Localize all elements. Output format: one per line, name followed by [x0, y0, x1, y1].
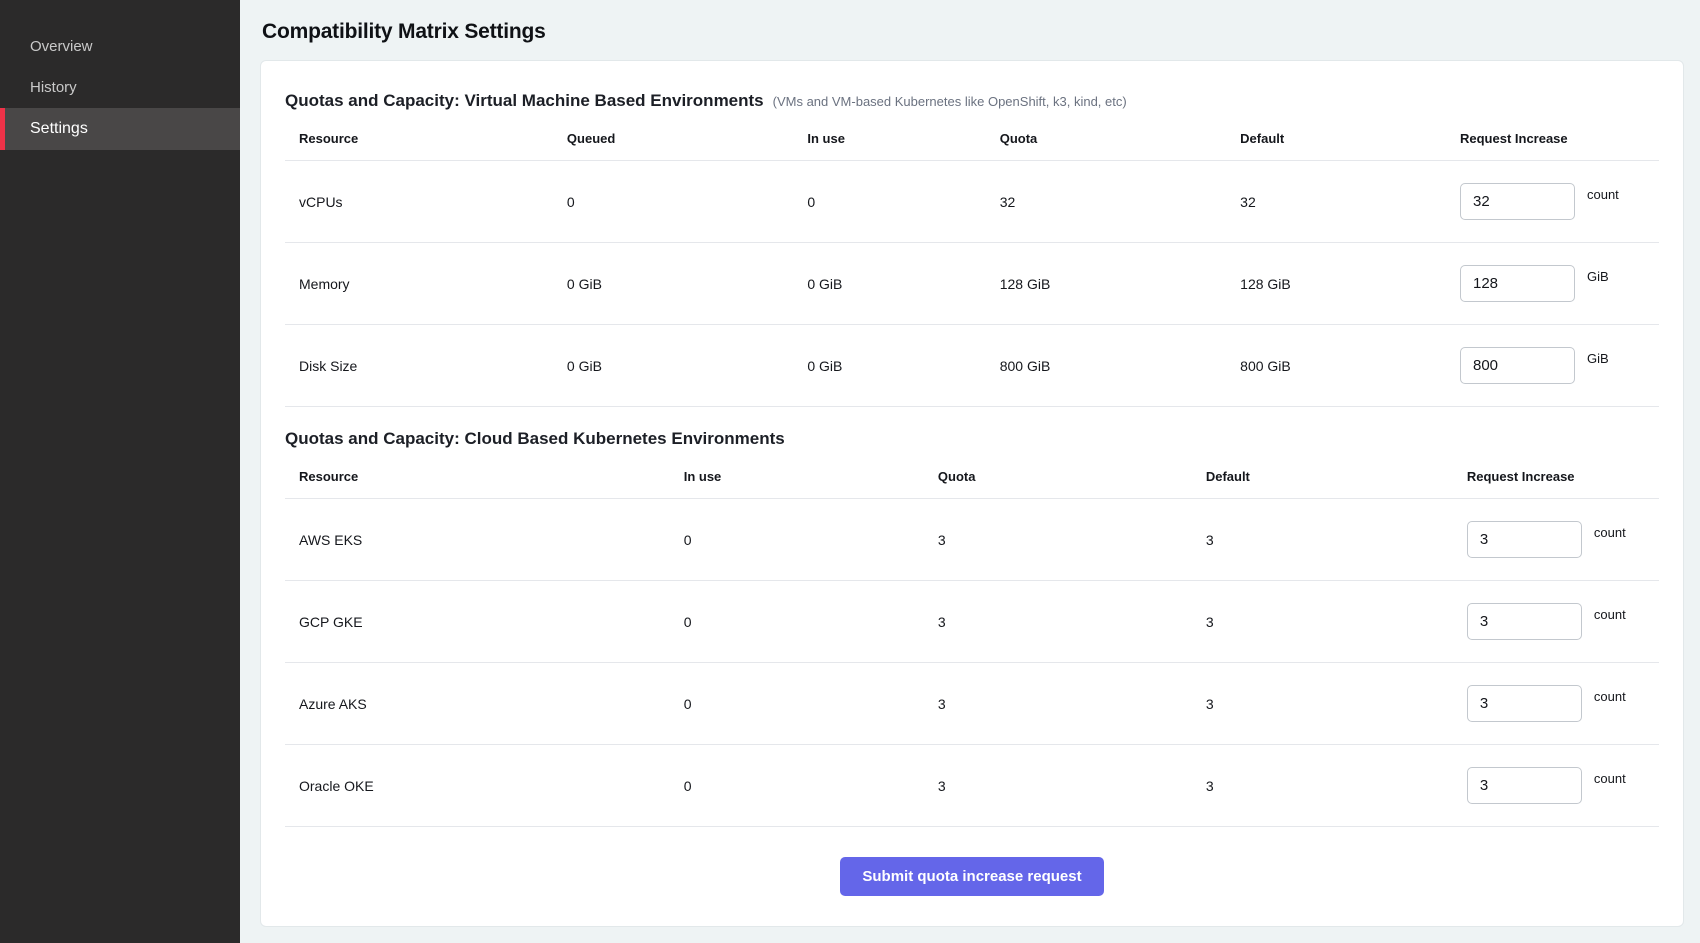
cell-quota: 32	[986, 161, 1226, 243]
cell-queued: 0 GiB	[553, 243, 793, 325]
request-increase-input[interactable]	[1467, 521, 1582, 558]
sidebar-item-settings[interactable]: Settings	[0, 108, 240, 150]
cell-resource: AWS EKS	[285, 499, 670, 581]
unit-label: GiB	[1587, 351, 1609, 366]
cell-default: 800 GiB	[1226, 325, 1446, 407]
sidebar: Overview History Settings	[0, 0, 240, 943]
col-header-resource: Resource	[285, 453, 670, 499]
quota-settings-card: Quotas and Capacity: Virtual Machine Bas…	[260, 60, 1684, 927]
cell-quota: 800 GiB	[986, 325, 1226, 407]
cloud-table-header-row: Resource In use Quota Default Request In…	[285, 453, 1659, 499]
unit-label: count	[1594, 689, 1626, 704]
request-increase-input[interactable]	[1460, 183, 1575, 220]
cell-resource: GCP GKE	[285, 581, 670, 663]
cell-in-use: 0	[793, 161, 985, 243]
table-row: Memory 0 GiB 0 GiB 128 GiB 128 GiB GiB	[285, 243, 1659, 325]
request-increase-group: count	[1460, 183, 1651, 220]
cell-default: 3	[1192, 581, 1453, 663]
cloud-section-header: Quotas and Capacity: Cloud Based Kuberne…	[285, 429, 1659, 449]
request-increase-group: count	[1467, 767, 1651, 804]
cell-queued: 0	[553, 161, 793, 243]
table-row: AWS EKS 0 3 3 count	[285, 499, 1659, 581]
col-header-default: Default	[1226, 115, 1446, 161]
submit-quota-increase-button[interactable]: Submit quota increase request	[840, 857, 1103, 896]
sidebar-item-overview[interactable]: Overview	[0, 26, 240, 67]
cell-quota: 3	[924, 745, 1192, 827]
page-title: Compatibility Matrix Settings	[262, 20, 1684, 44]
request-increase-group: count	[1467, 521, 1651, 558]
vm-section-header: Quotas and Capacity: Virtual Machine Bas…	[285, 91, 1659, 111]
unit-label: count	[1594, 607, 1626, 622]
cell-resource: Memory	[285, 243, 553, 325]
vm-section-subtitle: (VMs and VM-based Kubernetes like OpenSh…	[773, 94, 1127, 109]
cell-queued: 0 GiB	[553, 325, 793, 407]
col-header-request-increase: Request Increase	[1453, 453, 1659, 499]
request-increase-input[interactable]	[1467, 767, 1582, 804]
request-increase-group: GiB	[1460, 347, 1651, 384]
cell-in-use: 0	[670, 745, 924, 827]
cell-resource: Disk Size	[285, 325, 553, 407]
cell-quota: 3	[924, 581, 1192, 663]
col-header-quota: Quota	[924, 453, 1192, 499]
request-increase-group: count	[1467, 685, 1651, 722]
cell-quota: 128 GiB	[986, 243, 1226, 325]
request-increase-group: count	[1467, 603, 1651, 640]
col-header-default: Default	[1192, 453, 1453, 499]
app-root: Overview History Settings Compatibility …	[0, 0, 1700, 943]
unit-label: GiB	[1587, 269, 1609, 284]
request-increase-group: GiB	[1460, 265, 1651, 302]
vm-quota-table: Resource Queued In use Quota Default Req…	[285, 115, 1659, 407]
cell-resource: Azure AKS	[285, 663, 670, 745]
cell-resource: vCPUs	[285, 161, 553, 243]
submit-row: Submit quota increase request	[285, 827, 1659, 896]
request-increase-input[interactable]	[1467, 685, 1582, 722]
col-header-in-use: In use	[793, 115, 985, 161]
cloud-quota-table: Resource In use Quota Default Request In…	[285, 453, 1659, 827]
col-header-resource: Resource	[285, 115, 553, 161]
cell-in-use: 0	[670, 499, 924, 581]
table-row: Azure AKS 0 3 3 count	[285, 663, 1659, 745]
request-increase-input[interactable]	[1467, 603, 1582, 640]
unit-label: count	[1587, 187, 1619, 202]
request-increase-input[interactable]	[1460, 347, 1575, 384]
unit-label: count	[1594, 771, 1626, 786]
request-increase-input[interactable]	[1460, 265, 1575, 302]
vm-section-title: Quotas and Capacity: Virtual Machine Bas…	[285, 91, 764, 111]
cell-default: 3	[1192, 663, 1453, 745]
cell-default: 3	[1192, 499, 1453, 581]
cell-default: 32	[1226, 161, 1446, 243]
cell-quota: 3	[924, 499, 1192, 581]
col-header-quota: Quota	[986, 115, 1226, 161]
cell-in-use: 0	[670, 663, 924, 745]
col-header-in-use: In use	[670, 453, 924, 499]
table-row: Disk Size 0 GiB 0 GiB 800 GiB 800 GiB Gi…	[285, 325, 1659, 407]
table-row: Oracle OKE 0 3 3 count	[285, 745, 1659, 827]
col-header-request-increase: Request Increase	[1446, 115, 1659, 161]
cell-in-use: 0	[670, 581, 924, 663]
sidebar-item-history[interactable]: History	[0, 67, 240, 108]
col-header-queued: Queued	[553, 115, 793, 161]
main-content: Compatibility Matrix Settings Quotas and…	[240, 0, 1700, 943]
table-row: vCPUs 0 0 32 32 count	[285, 161, 1659, 243]
vm-table-header-row: Resource Queued In use Quota Default Req…	[285, 115, 1659, 161]
cell-default: 3	[1192, 745, 1453, 827]
cloud-section-title: Quotas and Capacity: Cloud Based Kuberne…	[285, 429, 785, 449]
cell-in-use: 0 GiB	[793, 243, 985, 325]
cell-in-use: 0 GiB	[793, 325, 985, 407]
cell-resource: Oracle OKE	[285, 745, 670, 827]
cell-quota: 3	[924, 663, 1192, 745]
cell-default: 128 GiB	[1226, 243, 1446, 325]
table-row: GCP GKE 0 3 3 count	[285, 581, 1659, 663]
unit-label: count	[1594, 525, 1626, 540]
